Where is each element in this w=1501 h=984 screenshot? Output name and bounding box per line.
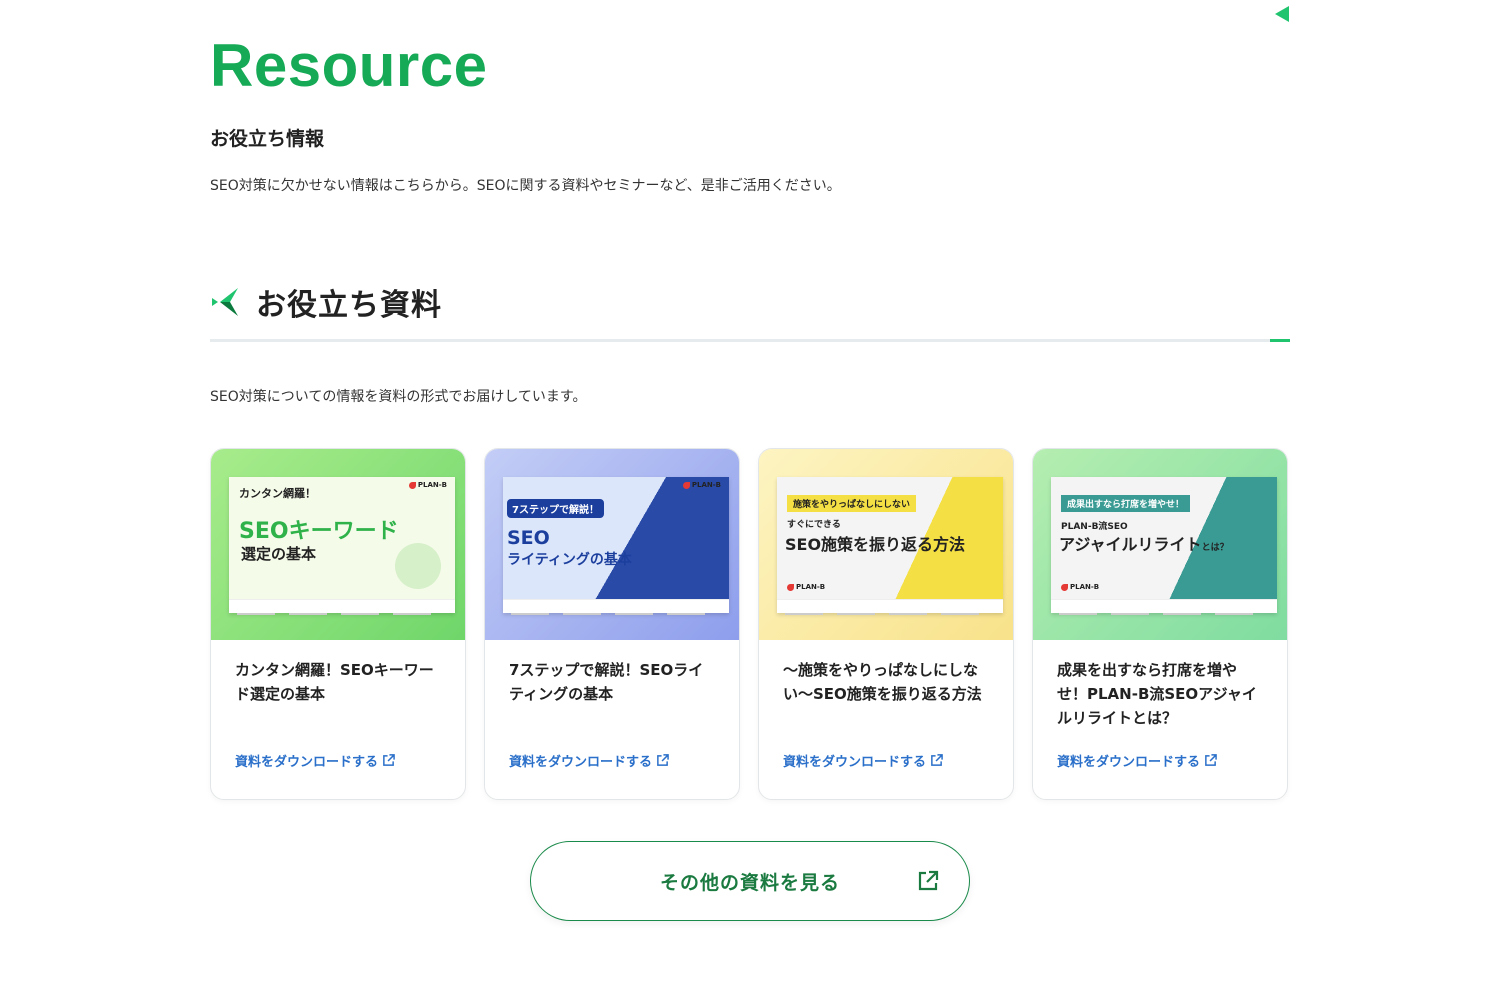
external-link-icon (1205, 754, 1217, 766)
slide-preview: PLAN-B カンタン網羅！ SEOキーワード 選定の基本 (229, 477, 455, 615)
section-divider (210, 339, 1290, 342)
thumb-suffix: とは？ (1201, 543, 1229, 553)
download-link[interactable]: 資料をダウンロードする (509, 751, 669, 770)
thumb-tag: 成果出すなら打席を増やせ！ (1061, 495, 1191, 512)
section-description: SEO対策についての情報を資料の形式でお届けしています。 (210, 389, 587, 405)
card-thumbnail[interactable]: 成果出すなら打席を増やせ！ PLAN-B流SEO アジャイルリライトとは？ PL… (1033, 449, 1287, 640)
brand-label: PLAN-B (417, 481, 447, 489)
resource-card[interactable]: 施策をやりっぱなしにしない すぐにできる SEO施策を振り返る方法 PLAN-B… (758, 448, 1014, 800)
thumb-heading: SEO (507, 527, 550, 549)
thumb-tag: 7ステップで解説！ (507, 499, 604, 518)
thumb-subheading: ライティングの基本 (507, 552, 632, 568)
card-title[interactable]: 成果を出すなら打席を増やせ！PLAN-B流SEOアジャイルリライトとは？ (1057, 658, 1263, 730)
download-link-label[interactable]: 資料をダウンロードする (235, 751, 378, 770)
slide-preview: 施策をやりっぱなしにしない すぐにできる SEO施策を振り返る方法 PLAN-B (777, 477, 1003, 615)
card-thumbnail[interactable]: PLAN-B 7ステップで解説！ SEO ライティングの基本 (485, 449, 739, 640)
download-link-label[interactable]: 資料をダウンロードする (783, 751, 926, 770)
thumb-subheading: 選定の基本 (241, 545, 317, 563)
thumb-tag: カンタン網羅！ (239, 487, 316, 500)
external-link-icon (931, 754, 943, 766)
download-link-label[interactable]: 資料をダウンロードする (1057, 751, 1200, 770)
card-thumbnail[interactable]: PLAN-B カンタン網羅！ SEOキーワード 選定の基本 (211, 449, 465, 640)
download-link[interactable]: 資料をダウンロードする (783, 751, 943, 770)
brand-label: PLAN-B (691, 481, 721, 489)
illustration (395, 543, 441, 589)
external-link-icon (918, 870, 939, 891)
section-title: お役立ち資料 (256, 288, 442, 323)
resource-card[interactable]: PLAN-B カンタン網羅！ SEOキーワード 選定の基本 カンタン網羅！SEO… (210, 448, 466, 800)
slide-preview: 成果出すなら打席を増やせ！ PLAN-B流SEO アジャイルリライトとは？ PL… (1051, 477, 1277, 615)
triangle-decoration-icon (1275, 6, 1289, 22)
view-more-button-label[interactable]: その他の資料を見る (660, 868, 840, 895)
thumb-pre: すぐにできる (787, 520, 841, 530)
card-title[interactable]: カンタン網羅！SEOキーワード選定の基本 (235, 658, 441, 706)
card-thumbnail[interactable]: 施策をやりっぱなしにしない すぐにできる SEO施策を振り返る方法 PLAN-B (759, 449, 1013, 640)
arrow-logo-icon (212, 288, 238, 316)
thumb-heading: アジャイルリライト (1059, 535, 1202, 554)
external-link-icon (657, 754, 669, 766)
page-description: SEO対策に欠かせない情報はこちらから。SEOに関する資料やセミナーなど、是非ご… (210, 178, 841, 194)
thumb-heading: SEOキーワード (239, 519, 399, 544)
card-title[interactable]: 〜施策をやりっぱなしにしない〜SEO施策を振り返る方法 (783, 658, 989, 706)
page-title: Resource (210, 32, 488, 99)
resource-card[interactable]: PLAN-B 7ステップで解説！ SEO ライティングの基本 7ステップで解説！… (484, 448, 740, 800)
download-link[interactable]: 資料をダウンロードする (235, 751, 395, 770)
thumb-tag: 施策をやりっぱなしにしない (787, 495, 917, 512)
resource-card[interactable]: 成果出すなら打席を増やせ！ PLAN-B流SEO アジャイルリライトとは？ PL… (1032, 448, 1288, 800)
section-divider-accent (1270, 339, 1290, 342)
section-header: お役立ち資料 (210, 280, 442, 324)
thumb-heading: SEO施策を振り返る方法 (785, 535, 966, 554)
download-link[interactable]: 資料をダウンロードする (1057, 751, 1217, 770)
external-link-icon (383, 754, 395, 766)
view-more-button[interactable]: その他の資料を見る (530, 841, 970, 921)
slide-preview: PLAN-B 7ステップで解説！ SEO ライティングの基本 (503, 477, 729, 615)
resource-cards: PLAN-B カンタン網羅！ SEOキーワード 選定の基本 カンタン網羅！SEO… (210, 448, 1288, 800)
card-title[interactable]: 7ステップで解説！SEOライティングの基本 (509, 658, 715, 706)
download-link-label[interactable]: 資料をダウンロードする (509, 751, 652, 770)
brand-label: PLAN-B (796, 583, 826, 591)
page-subtitle: お役立ち情報 (210, 128, 325, 150)
brand-label: PLAN-B (1070, 583, 1100, 591)
